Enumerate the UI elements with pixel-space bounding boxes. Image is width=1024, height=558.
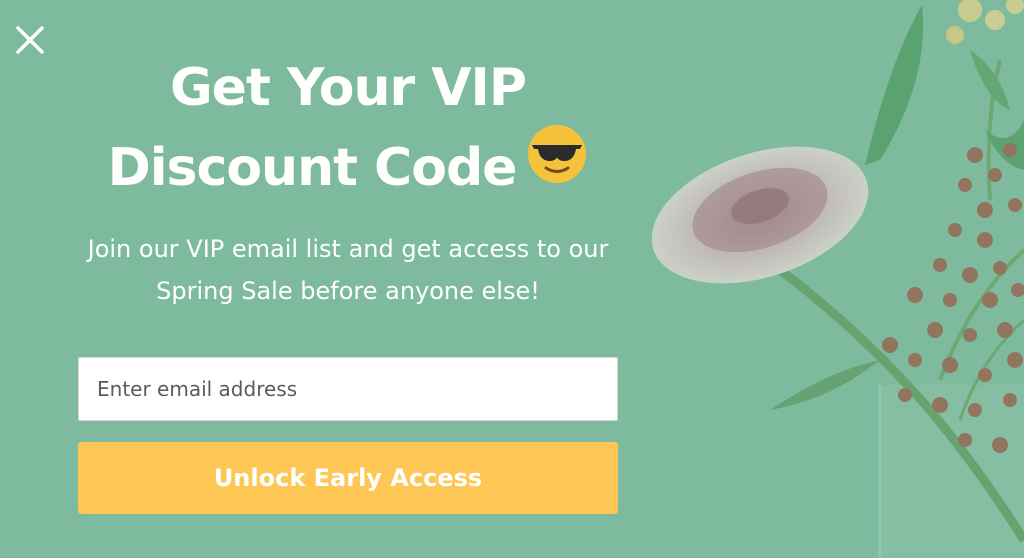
title-line-1: Get Your VIP <box>170 58 527 118</box>
signup-popup: Get Your VIP Discount Code Join our VIP … <box>0 0 1024 558</box>
close-icon <box>16 26 44 54</box>
subtitle-line-1: Join our VIP email list and get access t… <box>87 235 609 263</box>
popup-title: Get Your VIP Discount Code <box>78 48 618 208</box>
sunglasses-smiley-icon <box>526 123 588 208</box>
popup-subtitle: Join our VIP email list and get access t… <box>48 228 648 312</box>
email-field[interactable] <box>78 357 618 421</box>
subtitle-line-2: Spring Sale before anyone else! <box>156 277 540 305</box>
close-button[interactable] <box>12 22 48 58</box>
unlock-early-access-button[interactable]: Unlock Early Access <box>78 442 618 514</box>
title-line-2-text: Discount Code <box>107 138 518 198</box>
title-line-2: Discount Code <box>78 124 618 208</box>
